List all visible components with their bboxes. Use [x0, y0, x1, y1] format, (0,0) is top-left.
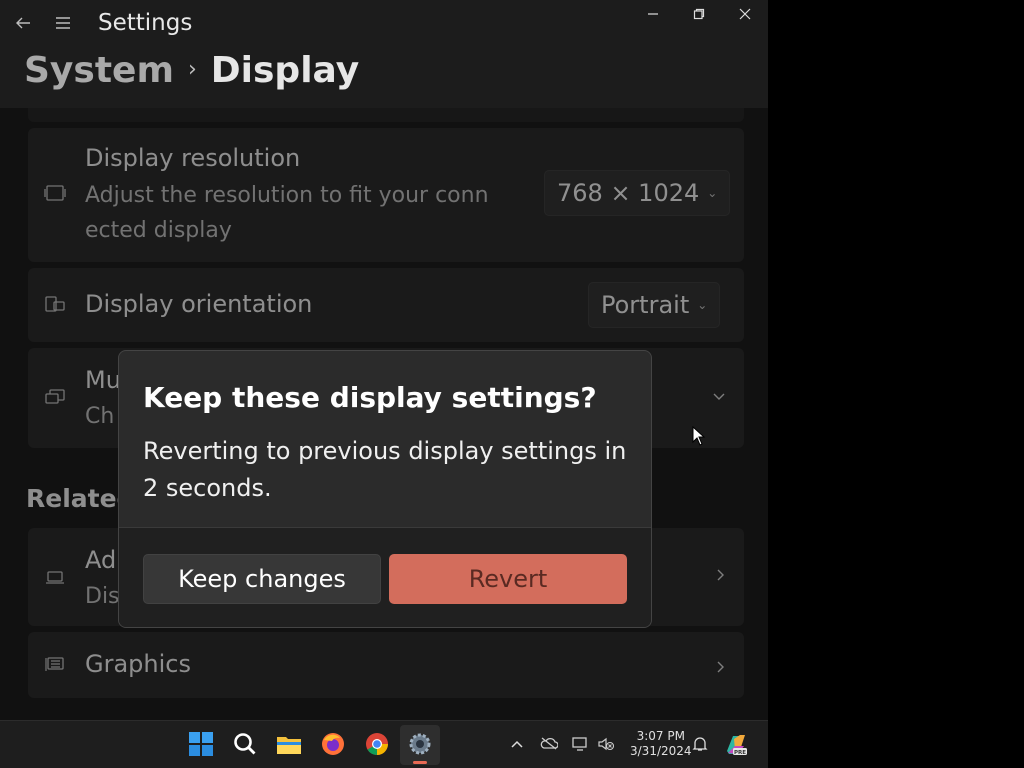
- dialog-title: Keep these display settings?: [143, 381, 597, 414]
- file-explorer-icon[interactable]: [276, 731, 302, 757]
- onedrive-icon[interactable]: [540, 736, 559, 754]
- search-icon[interactable]: [232, 731, 258, 757]
- firefox-icon[interactable]: [320, 731, 346, 757]
- network-icon[interactable]: [571, 736, 589, 754]
- chrome-icon[interactable]: [364, 731, 390, 757]
- settings-gear-icon: [407, 731, 433, 761]
- show-hidden-icons-chevron-icon[interactable]: [508, 736, 526, 754]
- volume-muted-icon[interactable]: [597, 736, 615, 754]
- taskbar: 3:07 PM 3/31/2024 PRE: [0, 720, 768, 768]
- dialog-footer: Keep changes Revert: [119, 527, 651, 627]
- dialog-message: Reverting to previous display settings i…: [143, 437, 627, 502]
- clock-time: 3:07 PM: [636, 729, 685, 743]
- clock[interactable]: 3:07 PM 3/31/2024: [630, 729, 692, 759]
- active-app-indicator: [413, 761, 427, 764]
- windows-start-icon[interactable]: [188, 731, 214, 757]
- settings-window: Settings System › Display Display resoluti…: [0, 0, 768, 768]
- notification-bell-icon[interactable]: [691, 736, 709, 754]
- settings-app-taskbar[interactable]: [400, 725, 440, 765]
- svg-text:PRE: PRE: [734, 750, 746, 756]
- revert-button[interactable]: Revert: [389, 554, 627, 604]
- mouse-cursor-icon: [692, 425, 706, 446]
- keep-changes-button[interactable]: Keep changes: [143, 554, 381, 604]
- copilot-pre-icon[interactable]: PRE: [724, 733, 748, 757]
- keep-display-settings-dialog: Keep these display settings? Reverting t…: [118, 350, 652, 628]
- clock-date: 3/31/2024: [630, 744, 692, 758]
